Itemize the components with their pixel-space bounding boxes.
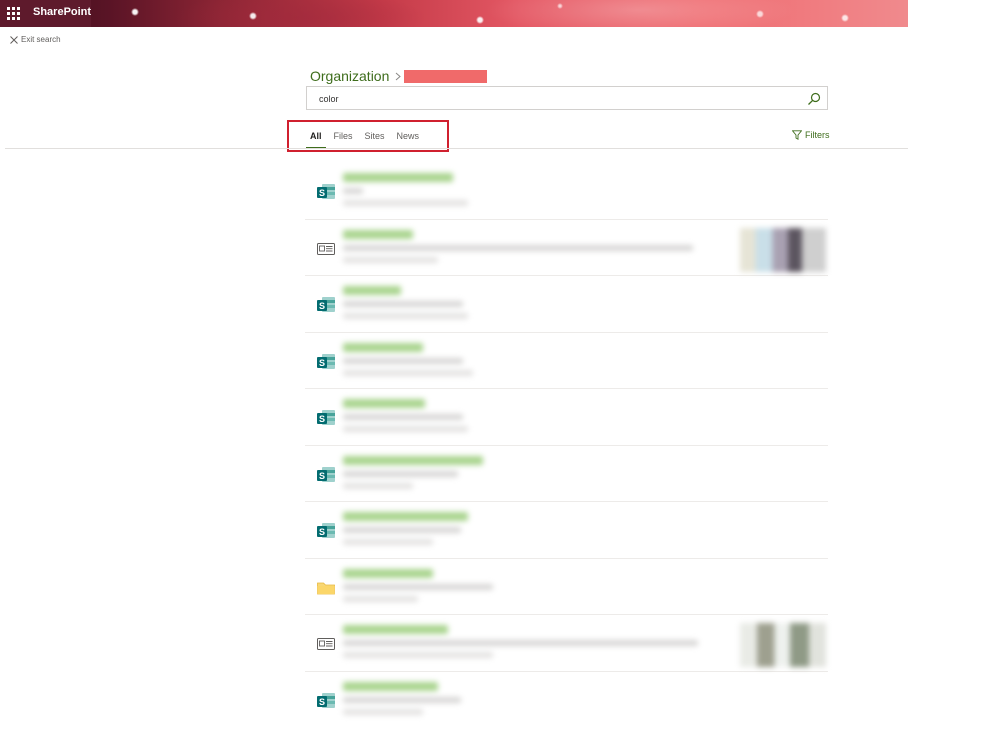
tab-news[interactable]: News bbox=[397, 129, 420, 149]
svg-text:S: S bbox=[319, 697, 325, 707]
chevron-right-icon bbox=[396, 72, 402, 80]
search-results-list: S S S S S S S bbox=[305, 163, 828, 728]
result-text-redacted bbox=[343, 173, 693, 212]
result-text-redacted bbox=[343, 286, 693, 325]
result-item[interactable]: S bbox=[305, 389, 828, 446]
sharepoint-site-icon: S bbox=[317, 353, 335, 369]
search-vertical-tabs: All Files Sites News bbox=[305, 129, 425, 149]
news-article-icon bbox=[317, 638, 335, 650]
news-article-icon bbox=[317, 242, 335, 255]
result-item[interactable] bbox=[305, 559, 828, 615]
result-text-redacted bbox=[343, 512, 693, 551]
search-box bbox=[306, 86, 828, 110]
breadcrumb: Organization bbox=[310, 68, 488, 84]
breadcrumb-organization[interactable]: Organization bbox=[310, 68, 389, 84]
result-item[interactable] bbox=[305, 615, 828, 672]
header-divider bbox=[5, 148, 908, 149]
exit-search-label: Exit search bbox=[21, 35, 61, 44]
result-item[interactable] bbox=[305, 220, 828, 276]
suite-brand-block: SharePoint bbox=[0, 0, 91, 27]
svg-text:S: S bbox=[319, 527, 325, 537]
result-item[interactable]: S bbox=[305, 672, 828, 729]
result-text-redacted bbox=[343, 625, 698, 664]
filters-label: Filters bbox=[805, 130, 830, 140]
result-item[interactable]: S bbox=[305, 502, 828, 559]
filters-button[interactable]: Filters bbox=[792, 130, 830, 140]
result-thumbnail bbox=[740, 227, 826, 272]
tab-all[interactable]: All bbox=[306, 129, 325, 149]
result-text-redacted bbox=[343, 455, 693, 495]
sharepoint-site-icon: S bbox=[317, 297, 335, 312]
folder-icon bbox=[317, 582, 335, 594]
exit-search-button[interactable]: Exit search bbox=[10, 35, 61, 44]
search-input[interactable] bbox=[317, 90, 801, 108]
result-item[interactable]: S bbox=[305, 276, 828, 333]
sharepoint-site-icon: S bbox=[317, 523, 335, 538]
result-thumbnail bbox=[740, 623, 826, 667]
app-launcher-icon[interactable] bbox=[7, 7, 20, 20]
result-text-redacted bbox=[343, 342, 693, 382]
result-text-redacted bbox=[343, 399, 693, 438]
sharepoint-site-icon: S bbox=[317, 692, 335, 708]
result-item[interactable]: S bbox=[305, 446, 828, 502]
search-icon[interactable] bbox=[807, 92, 821, 106]
svg-text:S: S bbox=[319, 414, 325, 424]
svg-text:S: S bbox=[319, 301, 325, 311]
tab-sites[interactable]: Sites bbox=[365, 129, 385, 149]
sharepoint-site-icon: S bbox=[317, 184, 335, 199]
result-text-redacted bbox=[343, 681, 693, 721]
close-icon bbox=[10, 35, 18, 44]
result-item[interactable]: S bbox=[305, 163, 828, 220]
app-name[interactable]: SharePoint bbox=[33, 6, 91, 18]
svg-text:S: S bbox=[319, 188, 325, 198]
sharepoint-site-icon: S bbox=[317, 466, 335, 482]
tab-files[interactable]: Files bbox=[334, 129, 353, 149]
svg-text:S: S bbox=[319, 471, 325, 481]
suite-bar: SharePoint bbox=[0, 0, 908, 27]
result-text-redacted bbox=[343, 229, 693, 269]
result-item[interactable]: S bbox=[305, 333, 828, 389]
breadcrumb-redacted-site[interactable] bbox=[404, 69, 488, 83]
filter-icon bbox=[792, 130, 802, 140]
result-text-redacted bbox=[343, 568, 693, 608]
svg-text:S: S bbox=[319, 358, 325, 368]
sharepoint-site-icon: S bbox=[317, 410, 335, 425]
